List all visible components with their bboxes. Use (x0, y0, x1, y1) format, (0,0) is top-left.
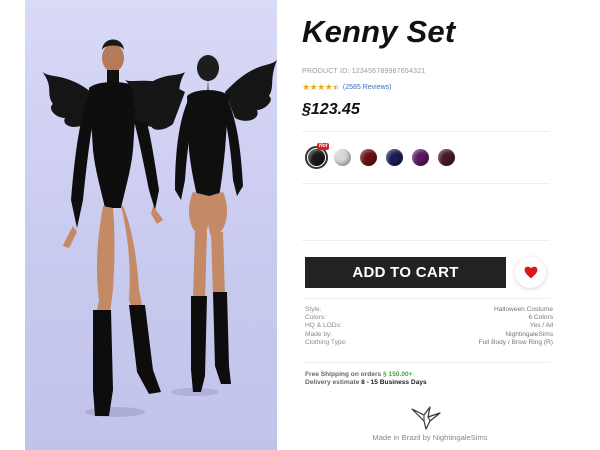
free-shipping-amount: § 150.00+ (383, 371, 413, 378)
color-swatch-purple[interactable] (412, 149, 429, 166)
favorite-button[interactable] (515, 257, 546, 288)
nightingale-logo-icon (411, 406, 441, 430)
color-swatch-silver[interactable] (334, 149, 351, 166)
divider (302, 362, 550, 363)
add-to-cart-button[interactable]: ADD TO CART (305, 257, 506, 288)
color-swatch-red[interactable] (360, 149, 377, 166)
spec-value: Full Body / Brow Ring (R) (478, 338, 553, 346)
divider (302, 298, 550, 299)
color-swatch-burgundy[interactable] (438, 149, 455, 166)
divider (302, 183, 550, 184)
spec-row-style: Style: Halloween Costume (305, 306, 553, 314)
spec-row-hq: HQ & LODs: Yes / All (305, 322, 553, 330)
product-id: PRODUCT ID: 123456789987654321 (302, 68, 426, 75)
free-shipping-line: Free Shipping on orders § 150.00+ (305, 371, 427, 379)
spec-label: Clothing Type: (305, 338, 348, 346)
spec-label: Made by: (305, 330, 333, 338)
color-swatch-navy[interactable] (386, 149, 403, 166)
color-swatches: Hot (305, 143, 455, 169)
rating[interactable]: ★★★★★★ (2585 Reviews) (302, 82, 392, 93)
shipping-info: Free Shipping on orders § 150.00+ Delive… (305, 371, 427, 388)
delivery-text: Delivery estimate (305, 379, 360, 387)
free-shipping-text: Free Shipping on orders (305, 371, 382, 378)
spec-table: Style: Halloween Costume Colors: 6 Color… (305, 306, 553, 347)
product-title: Kenny Set (302, 14, 456, 49)
spec-label: HQ & LODs: (305, 322, 342, 330)
reviews-link[interactable]: (2585 Reviews) (343, 84, 392, 91)
heart-icon (524, 266, 537, 279)
hot-badge: Hot (317, 143, 330, 150)
product-image (25, 0, 277, 450)
spec-row-clothing-type: Clothing Type: Full Body / Brow Ring (R) (305, 339, 553, 347)
spec-value: NightingaleSims (505, 330, 553, 338)
star-rating-icon: ★★★★★★ (302, 82, 340, 92)
color-swatch-black[interactable]: Hot (305, 143, 330, 169)
spec-row-made-by: Made by: NightingaleSims (305, 331, 553, 339)
product-info-panel: Kenny Set PRODUCT ID: 123456789987654321… (302, 0, 562, 450)
divider (302, 240, 550, 241)
spec-label: Colors: (305, 314, 326, 322)
spec-row-colors: Colors: 6 Colors (305, 314, 553, 322)
spec-value: 6 Colors (528, 314, 553, 322)
delivery-line: Delivery estimate 8 - 15 Business Days (305, 379, 427, 387)
spec-value: Halloween Costume (493, 306, 553, 313)
spec-value: Yes / All (529, 322, 553, 330)
spec-label: Style: (305, 306, 322, 313)
divider (302, 131, 550, 132)
product-price: §123.45 (302, 101, 360, 118)
made-in-credit: Made in Brazil by NightingaleSims (372, 433, 488, 442)
delivery-days: 8 - 15 Business Days (361, 379, 427, 387)
model-illustration (41, 39, 277, 417)
